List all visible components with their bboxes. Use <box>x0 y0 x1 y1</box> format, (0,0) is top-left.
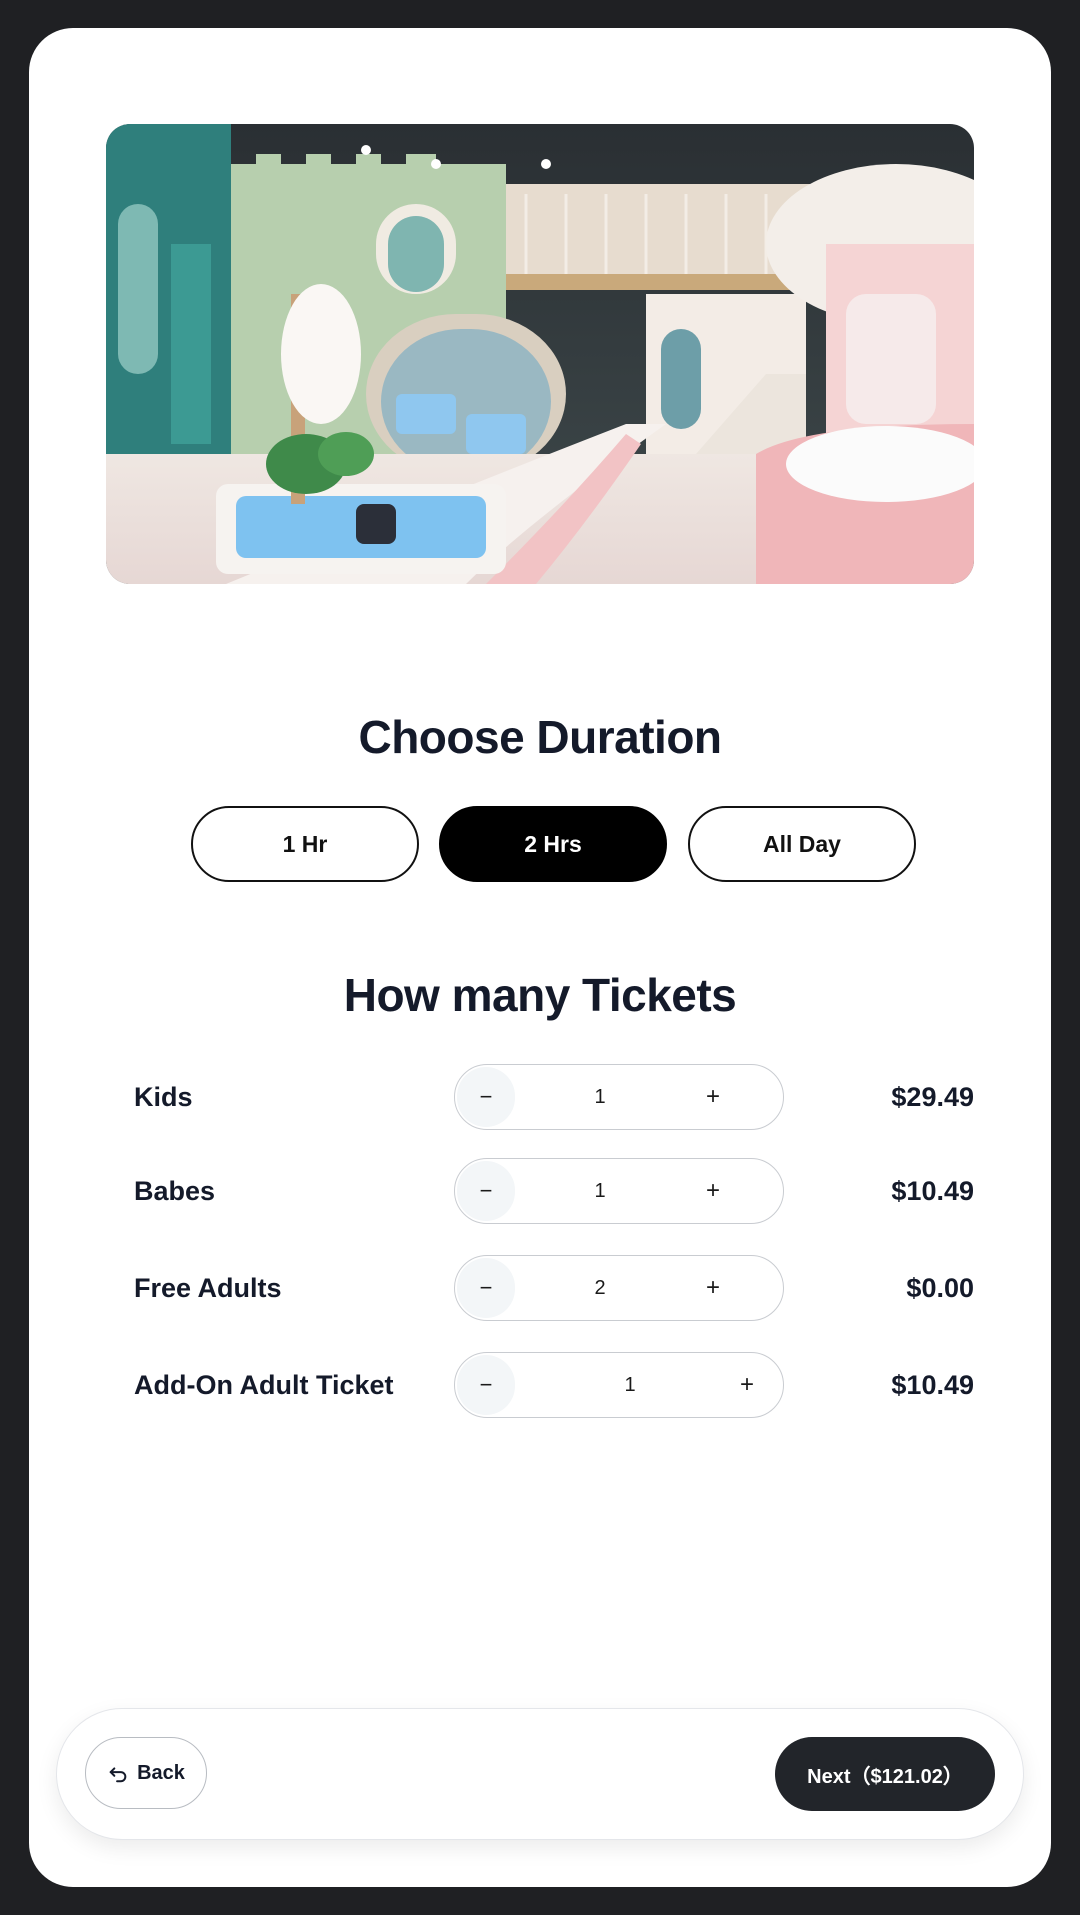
footer-bar: Back Next（$121.02） <box>56 1708 1024 1840</box>
quantity-stepper: − 2 + <box>454 1255 784 1321</box>
increment-button[interactable]: + <box>693 1256 733 1320</box>
increment-button[interactable]: + <box>693 1159 733 1223</box>
back-label: Back <box>137 1761 185 1784</box>
ticket-price: $29.49 <box>891 1081 974 1112</box>
back-button[interactable]: Back <box>85 1737 207 1809</box>
how-many-tickets-title: How many Tickets <box>343 969 737 1021</box>
increment-button[interactable]: + <box>693 1065 733 1129</box>
ticket-row-free-adults: Free Adults − 2 + $0.00 <box>134 1255 974 1321</box>
ticket-price: $10.49 <box>891 1175 974 1206</box>
device-frame: Choose Duration 1 Hr 2 Hrs All Day How m… <box>0 0 1080 1915</box>
duration-option-1-hr[interactable]: 1 Hr <box>191 806 419 882</box>
hero-image <box>106 124 974 584</box>
playground-photo <box>106 124 974 584</box>
duration-option-2-hrs[interactable]: 2 Hrs <box>439 806 667 882</box>
ticket-label: Kids <box>134 1081 193 1112</box>
duration-option-all-day[interactable]: All Day <box>688 806 916 882</box>
duration-options: 1 Hr 2 Hrs All Day <box>191 806 916 882</box>
quantity-stepper: − 1 + <box>454 1064 784 1130</box>
increment-button[interactable]: + <box>727 1353 767 1417</box>
ticket-label: Free Adults <box>134 1272 282 1303</box>
ticket-label: Babes <box>134 1175 216 1206</box>
choose-duration-title: Choose Duration <box>358 711 722 763</box>
ticket-label: Add-On Adult Ticket <box>134 1369 394 1400</box>
quantity-value: 1 <box>594 1179 606 1202</box>
ticket-price: $10.49 <box>891 1369 974 1400</box>
quantity-value: 1 <box>594 1085 606 1108</box>
back-arrow-icon <box>109 1767 127 1783</box>
next-button[interactable]: Next（$121.02） <box>775 1737 995 1811</box>
decrement-button[interactable]: − <box>457 1355 515 1415</box>
decrement-button[interactable]: − <box>457 1258 515 1318</box>
ticket-price: $0.00 <box>906 1272 974 1303</box>
quantity-stepper: − 1 + <box>454 1352 784 1418</box>
decrement-button[interactable]: − <box>457 1067 515 1127</box>
ticket-row-kids: Kids − 1 + $29.49 <box>134 1064 974 1130</box>
screen: Choose Duration 1 Hr 2 Hrs All Day How m… <box>29 28 1051 1887</box>
decrement-button[interactable]: − <box>457 1161 515 1221</box>
quantity-value: 1 <box>624 1373 636 1396</box>
ticket-row-add-on-adult: Add-On Adult Ticket − 1 + $10.49 <box>134 1352 974 1418</box>
quantity-stepper: − 1 + <box>454 1158 784 1224</box>
quantity-value: 2 <box>594 1276 606 1299</box>
ticket-row-babes: Babes − 1 + $10.49 <box>134 1158 974 1224</box>
